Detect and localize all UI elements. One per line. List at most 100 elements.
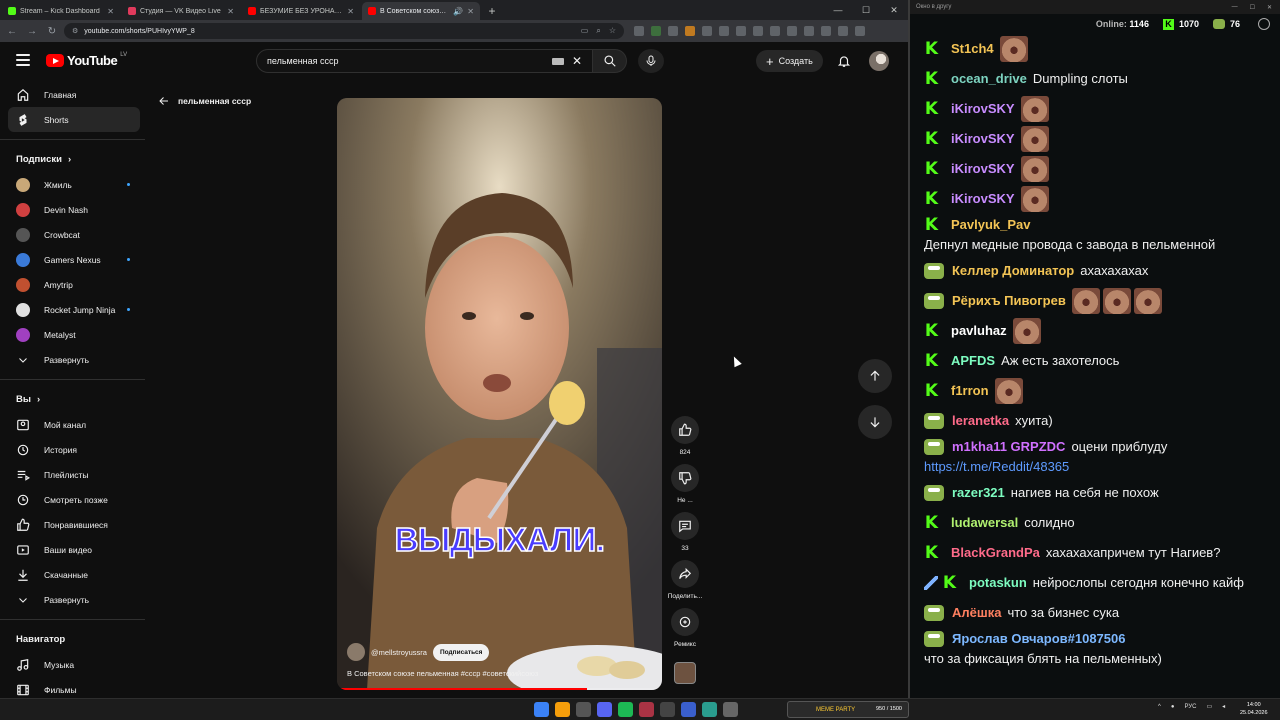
clock[interactable]: 14:00 25.04.2026: [1240, 701, 1268, 717]
previous-short-button[interactable]: [858, 359, 892, 393]
tab-youtube-video[interactable]: БЕЗУМИЕ БЕЗ УРОНА ЗА 4 ЧАСА ✕: [242, 2, 360, 20]
sidebar-item-channel[interactable]: Мой канал: [8, 412, 140, 437]
close-icon[interactable]: ✕: [347, 7, 354, 16]
chat-username[interactable]: iKirovSKY: [951, 189, 1015, 209]
chat-username[interactable]: leranetka: [952, 411, 1009, 431]
chat-username[interactable]: Рёрихъ Пивогрев: [952, 291, 1066, 311]
extension-icon[interactable]: [702, 26, 712, 36]
you-heading[interactable]: Вы ›: [8, 387, 140, 412]
sidebar-item-channel[interactable]: Crowbcat: [8, 222, 140, 247]
reload-button[interactable]: ↻: [44, 23, 60, 39]
share-button[interactable]: [671, 560, 699, 588]
sidebar-item-channel[interactable]: Amytrip: [8, 272, 140, 297]
maximize-button[interactable]: ☐: [1250, 4, 1255, 11]
zoom-icon[interactable]: ⌕: [596, 26, 600, 36]
tab-youtube-short[interactable]: В Советском союзе пельменная 🔊 ✕: [362, 2, 480, 20]
sidebar-item-channel[interactable]: Devin Nash: [8, 197, 140, 222]
sidebar-item-expand[interactable]: Развернуть: [8, 347, 140, 372]
cast-icon[interactable]: ▭: [581, 26, 589, 36]
video-title[interactable]: В Советском союзе пельменная #ссср #сове…: [347, 669, 538, 678]
spotify-icon[interactable]: [618, 702, 633, 717]
extension-icon[interactable]: [804, 26, 814, 36]
chrome-icon[interactable]: [555, 702, 570, 717]
close-window-button[interactable]: ✕: [880, 0, 908, 20]
close-window-button[interactable]: ✕: [1267, 4, 1272, 11]
sidebar-item-thumbs-up[interactable]: Понравившиеся: [8, 512, 140, 537]
volume-icon[interactable]: ◂: [1222, 703, 1225, 710]
extension-icon[interactable]: [634, 26, 644, 36]
extension-icon[interactable]: [821, 26, 831, 36]
next-short-button[interactable]: [858, 405, 892, 439]
clear-search-icon[interactable]: ✕: [572, 54, 582, 68]
sidebar-item-shorts[interactable]: Shorts: [8, 107, 140, 132]
subscribe-button[interactable]: Подписаться: [432, 643, 490, 661]
back-button[interactable]: ←: [4, 23, 20, 39]
chat-username[interactable]: BlackGrandPa: [951, 543, 1040, 563]
chat-username[interactable]: ocean_drive: [951, 69, 1027, 89]
sidebar-item-chevron-down[interactable]: Развернуть: [8, 587, 140, 612]
dislike-button[interactable]: [671, 464, 699, 492]
voice-search-button[interactable]: [638, 49, 664, 73]
subscriptions-heading[interactable]: Подписки ›: [8, 147, 140, 172]
extension-icon[interactable]: [736, 26, 746, 36]
sidebar-item-film[interactable]: Фильмы: [8, 677, 140, 698]
chat-username[interactable]: Ярослав Овчаров#1087506: [952, 629, 1125, 649]
language-indicator[interactable]: РУС: [1184, 704, 1196, 710]
chat-username[interactable]: iKirovSKY: [951, 159, 1015, 179]
close-icon[interactable]: ✕: [107, 7, 114, 16]
sidebar-item-clock[interactable]: Смотреть позже: [8, 487, 140, 512]
chat-username[interactable]: Келлер Доминатор: [952, 261, 1074, 281]
create-button[interactable]: + Создать: [756, 50, 823, 72]
sidebar-item-music[interactable]: Музыка: [8, 652, 140, 677]
youtube-logo[interactable]: YouTube LV: [46, 52, 127, 68]
chat-username[interactable]: f1rron: [951, 381, 989, 401]
sidebar-item-video[interactable]: Ваши видео: [8, 537, 140, 562]
menu-icon[interactable]: [855, 26, 865, 36]
extension-icon[interactable]: [668, 26, 678, 36]
new-tab-button[interactable]: +: [484, 2, 500, 20]
microphone-icon[interactable]: ●: [1171, 704, 1175, 710]
chat-username[interactable]: St1ch4: [951, 39, 994, 59]
extension-icon[interactable]: [685, 26, 695, 36]
chat-username[interactable]: APFDS: [951, 351, 995, 371]
app-icon[interactable]: [576, 702, 591, 717]
download-icon[interactable]: [770, 26, 780, 36]
menu-icon[interactable]: [16, 54, 30, 66]
sidebar-item-channel[interactable]: Rocket Jump Ninja: [8, 297, 140, 322]
discord-icon[interactable]: [597, 702, 612, 717]
app-icon[interactable]: [681, 702, 696, 717]
address-bar[interactable]: ⚙ youtube.com/shorts/PUHIvyYWP_8 ▭ ⌕ ☆: [64, 23, 624, 39]
close-icon[interactable]: ✕: [227, 7, 234, 16]
sidebar-item-download[interactable]: Скачанные: [8, 562, 140, 587]
search-back-link[interactable]: пельменная ссср: [158, 95, 251, 107]
chat-username[interactable]: iKirovSKY: [951, 129, 1015, 149]
comments-button[interactable]: [671, 512, 699, 540]
extension-icon[interactable]: [719, 26, 729, 36]
notifications-button[interactable]: [836, 52, 852, 70]
app-icon[interactable]: [723, 702, 738, 717]
app-icon[interactable]: [702, 702, 717, 717]
settings-icon[interactable]: [1258, 18, 1270, 30]
minimize-button[interactable]: —: [824, 0, 852, 20]
like-button[interactable]: [671, 416, 699, 444]
chat-username[interactable]: ludawersal: [951, 513, 1018, 533]
sidebar-item-channel[interactable]: Жмиль: [8, 172, 140, 197]
chat-username[interactable]: iKirovSKY: [951, 99, 1015, 119]
chevron-up-icon[interactable]: ^: [1158, 704, 1161, 710]
channel-name[interactable]: @mellstroyussra: [371, 648, 427, 657]
search-button[interactable]: [593, 49, 627, 73]
extension-icon[interactable]: [787, 26, 797, 36]
network-icon[interactable]: ▭: [1206, 703, 1212, 710]
keyboard-icon[interactable]: [551, 57, 564, 65]
chat-link[interactable]: https://t.me/Reddit/48365: [924, 457, 1069, 477]
sidebar-item-channel[interactable]: Gamers Nexus: [8, 247, 140, 272]
chat-username[interactable]: Pavlyuk_Pav: [951, 215, 1031, 235]
chat-username[interactable]: m1kha11 GRPZDC: [952, 437, 1065, 457]
site-info-icon[interactable]: ⚙: [72, 27, 78, 35]
maximize-button[interactable]: ☐: [852, 0, 880, 20]
tab-kick-dashboard[interactable]: Stream – Kick Dashboard ✕: [2, 2, 120, 20]
extension-icon[interactable]: [753, 26, 763, 36]
chat-username[interactable]: razer321: [952, 483, 1005, 503]
app-icon[interactable]: [639, 702, 654, 717]
start-icon[interactable]: [534, 702, 549, 717]
